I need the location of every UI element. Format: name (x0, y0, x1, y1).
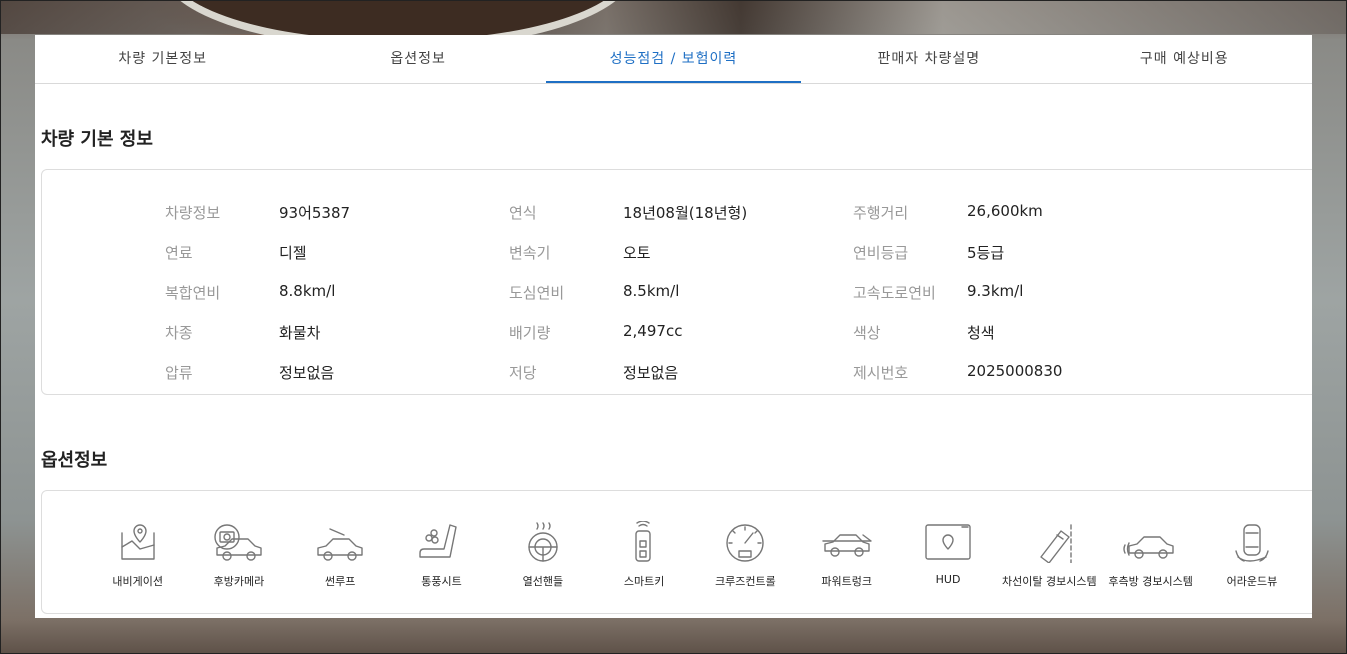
tab-basic-info[interactable]: 차량 기본정보 (35, 35, 290, 83)
info-cell: 복합연비 8.8km/l (165, 282, 509, 303)
info-cell: 연비등급 5등급 (853, 242, 1197, 263)
vehicle-detail-panel: 차량 기본정보 옵션정보 성능점검 / 보험이력 판매자 차량설명 구매 예상비… (35, 35, 1312, 618)
options-box: 내비게이션 후방카메라 썬루프 통풍시트 열선핸들 스마트키 크루즈컨트롤 파워트렁크 HUD 차… (41, 490, 1312, 614)
sunroof-icon (312, 521, 368, 567)
info-cell: 주행거리 26,600km (853, 202, 1197, 223)
info-cell: 차종 화물차 (165, 322, 509, 343)
info-cell: 제시번호 2025000830 (853, 362, 1197, 383)
around-view-icon (1224, 521, 1280, 567)
option-item: 통풍시트 (391, 521, 492, 589)
option-item: 크루즈컨트롤 (695, 521, 796, 589)
info-cell: 변속기 오토 (509, 242, 853, 263)
option-label: 후방카메라 (213, 575, 265, 588)
basic-info-title: 차량 기본 정보 (41, 129, 153, 150)
power-trunk-icon (819, 521, 875, 567)
info-label: 연식 (509, 203, 537, 222)
info-cell: 압류 정보없음 (165, 362, 509, 383)
option-label: 크루즈컨트롤 (715, 575, 776, 588)
info-value: 8.8km/l (279, 281, 336, 300)
info-cell: 차량정보 93어5387 (165, 202, 509, 223)
option-label: 어라운드뷰 (1226, 575, 1278, 588)
info-label: 저당 (509, 363, 537, 382)
info-label: 복합연비 (165, 283, 221, 302)
info-label: 제시번호 (853, 363, 909, 382)
option-item: 후방카메라 (188, 521, 289, 589)
info-value: 2,497cc (623, 321, 683, 340)
navigation-icon (110, 521, 166, 567)
info-label: 색상 (853, 323, 881, 342)
info-cell: 색상 청색 (853, 322, 1197, 343)
info-row: 연료 디젤 변속기 오토 연비등급 5등급 (165, 232, 1197, 272)
tab-expected-cost[interactable]: 구매 예상비용 (1057, 35, 1312, 83)
ventilated-seat-icon (414, 521, 470, 567)
info-cell: 배기량 2,497cc (509, 322, 853, 343)
smart-key-icon (616, 520, 672, 567)
info-label: 도심연비 (509, 283, 565, 302)
info-cell: 연료 디젤 (165, 242, 509, 263)
info-value: 93어5387 (279, 203, 351, 222)
info-value: 청색 (967, 323, 995, 342)
heated-steering-icon (515, 521, 571, 567)
info-cell: 저당 정보없음 (509, 362, 853, 383)
info-label: 주행거리 (853, 203, 909, 222)
info-value: 정보없음 (623, 363, 679, 382)
info-row: 차종 화물차 배기량 2,497cc 색상 청색 (165, 312, 1197, 352)
info-value: 9.3km/l (967, 281, 1024, 300)
option-label: 차선이탈 경보시스템 (1002, 575, 1097, 588)
basic-info-grid: 차량정보 93어5387 연식 18년08월(18년형) 주행거리 26,600km 연료 디… (165, 192, 1197, 392)
info-label: 차종 (165, 323, 193, 342)
tab-seller-description[interactable]: 판매자 차량설명 (801, 35, 1056, 83)
info-cell: 도심연비 8.5km/l (509, 282, 853, 303)
info-value: 2025000830 (967, 361, 1063, 380)
info-value: 5등급 (967, 243, 1005, 262)
rear-camera-icon (211, 521, 267, 567)
option-label: 스마트키 (623, 575, 665, 588)
info-row: 압류 정보없음 저당 정보없음 제시번호 2025000830 (165, 352, 1197, 392)
info-cell: 연식 18년08월(18년형) (509, 202, 853, 223)
info-value: 오토 (623, 243, 651, 262)
info-value: 정보없음 (279, 363, 335, 382)
info-label: 연료 (165, 243, 193, 262)
info-label: 압류 (165, 363, 193, 382)
info-label: 고속도로연비 (853, 283, 936, 302)
option-item: 어라운드뷰 (1201, 521, 1302, 589)
option-item: 후측방 경보시스템 (1100, 521, 1201, 589)
info-row: 차량정보 93어5387 연식 18년08월(18년형) 주행거리 26,600km (165, 192, 1197, 232)
option-label: 파워트렁크 (821, 575, 873, 588)
option-label: HUD (935, 573, 961, 586)
hud-icon (920, 521, 976, 567)
lane-departure-icon (1021, 521, 1077, 567)
info-label: 연비등급 (853, 243, 909, 262)
option-label: 열선핸들 (522, 575, 564, 588)
cruise-control-icon (717, 521, 773, 567)
option-label: 내비게이션 (112, 575, 163, 588)
info-value: 화물차 (279, 323, 321, 342)
info-cell: 고속도로연비 9.3km/l (853, 282, 1197, 303)
info-label: 배기량 (509, 323, 551, 342)
option-label: 썬루프 (325, 575, 356, 588)
option-label: 후측방 경보시스템 (1108, 575, 1193, 588)
tab-bar: 차량 기본정보 옵션정보 성능점검 / 보험이력 판매자 차량설명 구매 예상비… (35, 35, 1312, 84)
info-label: 차량정보 (165, 203, 221, 222)
tab-inspection-insurance[interactable]: 성능점검 / 보험이력 (545, 35, 802, 83)
option-item: HUD (897, 521, 998, 589)
option-item: 스마트키 (593, 520, 694, 589)
tab-options[interactable]: 옵션정보 (290, 35, 545, 83)
basic-info-box: 차량정보 93어5387 연식 18년08월(18년형) 주행거리 26,600km 연료 디… (41, 169, 1312, 395)
option-item: 열선핸들 (492, 521, 593, 589)
info-value: 디젤 (279, 243, 307, 262)
option-item: 파워트렁크 (796, 521, 897, 589)
options-list: 내비게이션 후방카메라 썬루프 통풍시트 열선핸들 스마트키 크루즈컨트롤 파워트렁크 HUD 차… (87, 520, 1303, 589)
option-label: 통풍시트 (421, 575, 462, 588)
info-value: 18년08월(18년형) (623, 203, 748, 222)
info-value: 26,600km (967, 201, 1043, 220)
blind-spot-icon (1122, 521, 1179, 567)
option-item: 차선이탈 경보시스템 (999, 521, 1100, 589)
options-title: 옵션정보 (41, 450, 108, 471)
option-item: 썬루프 (290, 521, 391, 589)
info-label: 변속기 (509, 243, 551, 262)
info-row: 복합연비 8.8km/l 도심연비 8.5km/l 고속도로연비 9.3km/l (165, 272, 1197, 312)
info-value: 8.5km/l (623, 281, 680, 300)
option-item: 내비게이션 (87, 521, 188, 589)
